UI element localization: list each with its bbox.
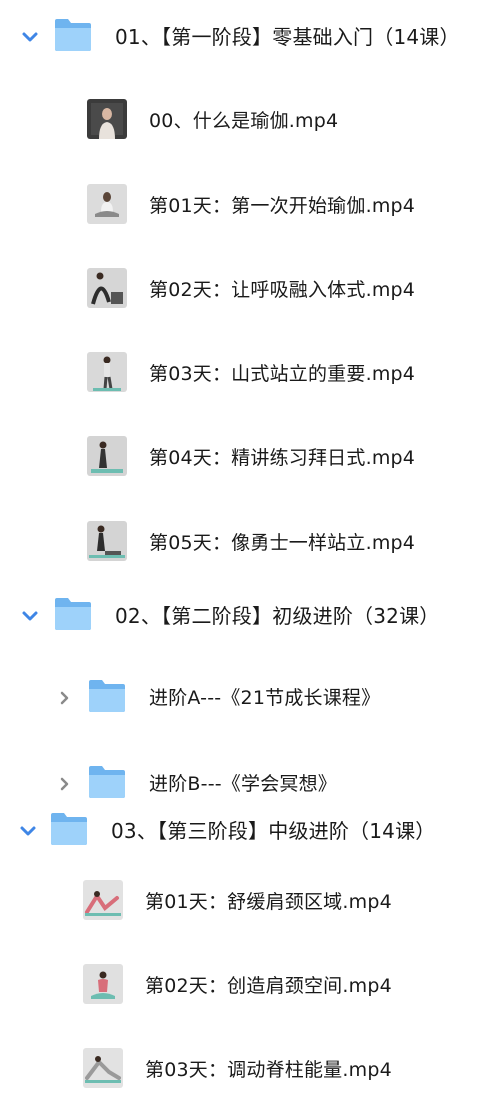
file-row[interactable]: 00、什么是瑜伽.mp4 xyxy=(0,96,480,146)
chevron-down-icon[interactable] xyxy=(19,822,37,840)
chevron-right-icon[interactable] xyxy=(55,775,73,793)
video-thumbnail xyxy=(83,880,123,920)
file-label: 00、什么是瑜伽.mp4 xyxy=(149,110,339,132)
folder-icon xyxy=(87,679,127,717)
folder-icon xyxy=(53,18,93,56)
file-row[interactable]: 第01天：舒缓肩颈区域.mp4 xyxy=(0,877,480,927)
file-label: 第05天：像勇士一样站立.mp4 xyxy=(149,532,416,554)
folder-icon xyxy=(49,812,89,850)
file-label: 第03天：调动脊柱能量.mp4 xyxy=(145,1059,392,1081)
file-row[interactable]: 第02天：创造肩颈空间.mp4 xyxy=(0,961,480,1011)
subfolder-label: 进阶A---《21节成长课程》 xyxy=(149,687,381,709)
file-row[interactable]: 第03天：山式站立的重要.mp4 xyxy=(0,349,480,399)
subfolder-label: 进阶B---《学会冥想》 xyxy=(149,773,338,795)
video-thumbnail xyxy=(87,521,127,561)
chevron-down-icon[interactable] xyxy=(21,607,39,625)
file-label: 第01天：第一次开始瑜伽.mp4 xyxy=(149,195,416,217)
video-thumbnail xyxy=(87,436,127,476)
folder-icon xyxy=(87,765,127,803)
folder-row-stage2[interactable]: 02、【第二阶段】初级进阶（32课） xyxy=(0,591,480,641)
folder-icon xyxy=(53,597,93,635)
file-label: 第03天：山式站立的重要.mp4 xyxy=(149,363,416,385)
video-thumbnail xyxy=(87,184,127,224)
file-row[interactable]: 第05天：像勇士一样站立.mp4 xyxy=(0,518,480,568)
file-label: 第01天：舒缓肩颈区域.mp4 xyxy=(145,891,392,913)
file-row[interactable]: 第03天：调动脊柱能量.mp4 xyxy=(0,1045,480,1095)
video-thumbnail xyxy=(83,964,123,1004)
folder-label: 01、【第一阶段】零基础入门（14课） xyxy=(115,25,460,49)
video-thumbnail xyxy=(83,1048,123,1088)
file-row[interactable]: 第02天：让呼吸融入体式.mp4 xyxy=(0,265,480,315)
file-row[interactable]: 第04天：精讲练习拜日式.mp4 xyxy=(0,433,480,483)
video-thumbnail xyxy=(87,99,127,139)
video-thumbnail xyxy=(87,352,127,392)
folder-label: 02、【第二阶段】初级进阶（32课） xyxy=(115,604,440,628)
file-label: 第04天：精讲练习拜日式.mp4 xyxy=(149,447,416,469)
file-row[interactable]: 第01天：第一次开始瑜伽.mp4 xyxy=(0,181,480,231)
subfolder-row[interactable]: 进阶A---《21节成长课程》 xyxy=(0,673,480,723)
folder-row-stage3[interactable]: 03、【第三阶段】中级进阶（14课） xyxy=(0,806,480,856)
folder-row-stage1[interactable]: 01、【第一阶段】零基础入门（14课） xyxy=(0,12,480,62)
video-thumbnail xyxy=(87,268,127,308)
folder-label: 03、【第三阶段】中级进阶（14课） xyxy=(111,819,436,843)
chevron-right-icon[interactable] xyxy=(55,689,73,707)
subfolder-row[interactable]: 进阶B---《学会冥想》 xyxy=(0,759,480,809)
chevron-down-icon[interactable] xyxy=(21,28,39,46)
file-label: 第02天：让呼吸融入体式.mp4 xyxy=(149,279,416,301)
file-label: 第02天：创造肩颈空间.mp4 xyxy=(145,975,392,997)
